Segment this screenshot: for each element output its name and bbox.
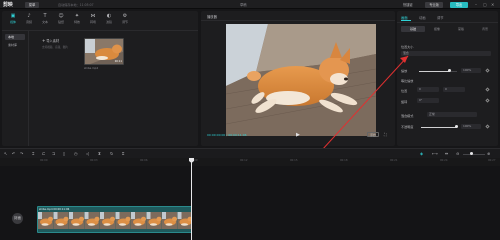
split-right-icon[interactable]: ⊐ <box>52 151 55 156</box>
split-icon[interactable]: ⌶ <box>32 151 34 156</box>
clip-thumbnails <box>38 212 191 229</box>
ruler-tick: 00:18 <box>340 159 348 162</box>
ruler-tick: 00:06 <box>140 159 148 162</box>
timeline-ruler[interactable]: 00:00 00:03 00:06 00:09 00:12 00:15 00:1… <box>0 158 500 166</box>
freeze-icon[interactable]: ◷ <box>74 151 78 156</box>
snap-icon[interactable]: ◈ <box>420 151 423 156</box>
zoom-out-icon[interactable]: ⊖ <box>456 151 459 156</box>
undo-icon[interactable]: ↶ <box>12 151 15 156</box>
ruler-tick: 00:27 <box>488 159 496 162</box>
ruler-tick: 00:24 <box>440 159 448 162</box>
zoom-slider-knob[interactable] <box>470 152 473 155</box>
zoom-in-icon[interactable]: ⊕ <box>487 151 490 156</box>
crop-icon[interactable]: ⌗ <box>122 151 124 156</box>
select-tool-icon[interactable]: ↖ <box>4 151 7 156</box>
ruler-tick: 00:03 <box>90 159 98 162</box>
zoom-slider[interactable] <box>463 153 485 155</box>
link-icon[interactable]: ⟷ <box>432 151 438 156</box>
ruler-tick: 00:12 <box>240 159 248 162</box>
clip-label: shiba.mp4 00:00:11:06 <box>39 208 70 211</box>
ruler-tick: 00:21 <box>390 159 398 162</box>
playhead[interactable] <box>191 160 192 240</box>
timeline-toolbar: ↖ ↶ ↷ ⌶ ⊏ ⊐ ▯ ◷ ◁ ⧗ ↻ ⌗ ◈ ⟷ ⇹ ⊖ ⊕ <box>0 148 500 158</box>
mirror-icon[interactable]: ⧗ <box>98 151 101 156</box>
redo-icon[interactable]: ↷ <box>20 151 23 156</box>
reverse-icon[interactable]: ◁ <box>86 151 89 156</box>
split-left-icon[interactable]: ⊏ <box>42 151 45 156</box>
ruler-tick: 00:00 <box>40 159 48 162</box>
video-clip[interactable]: shiba.mp4 00:00:11:06 <box>37 206 192 233</box>
delete-icon[interactable]: ▯ <box>63 151 65 156</box>
ruler-tick: 00:15 <box>290 159 298 162</box>
rotate-icon[interactable]: ↻ <box>110 151 113 156</box>
cover-button[interactable]: 封面 <box>12 213 23 224</box>
preview-axis-icon[interactable]: ⇹ <box>445 151 448 156</box>
